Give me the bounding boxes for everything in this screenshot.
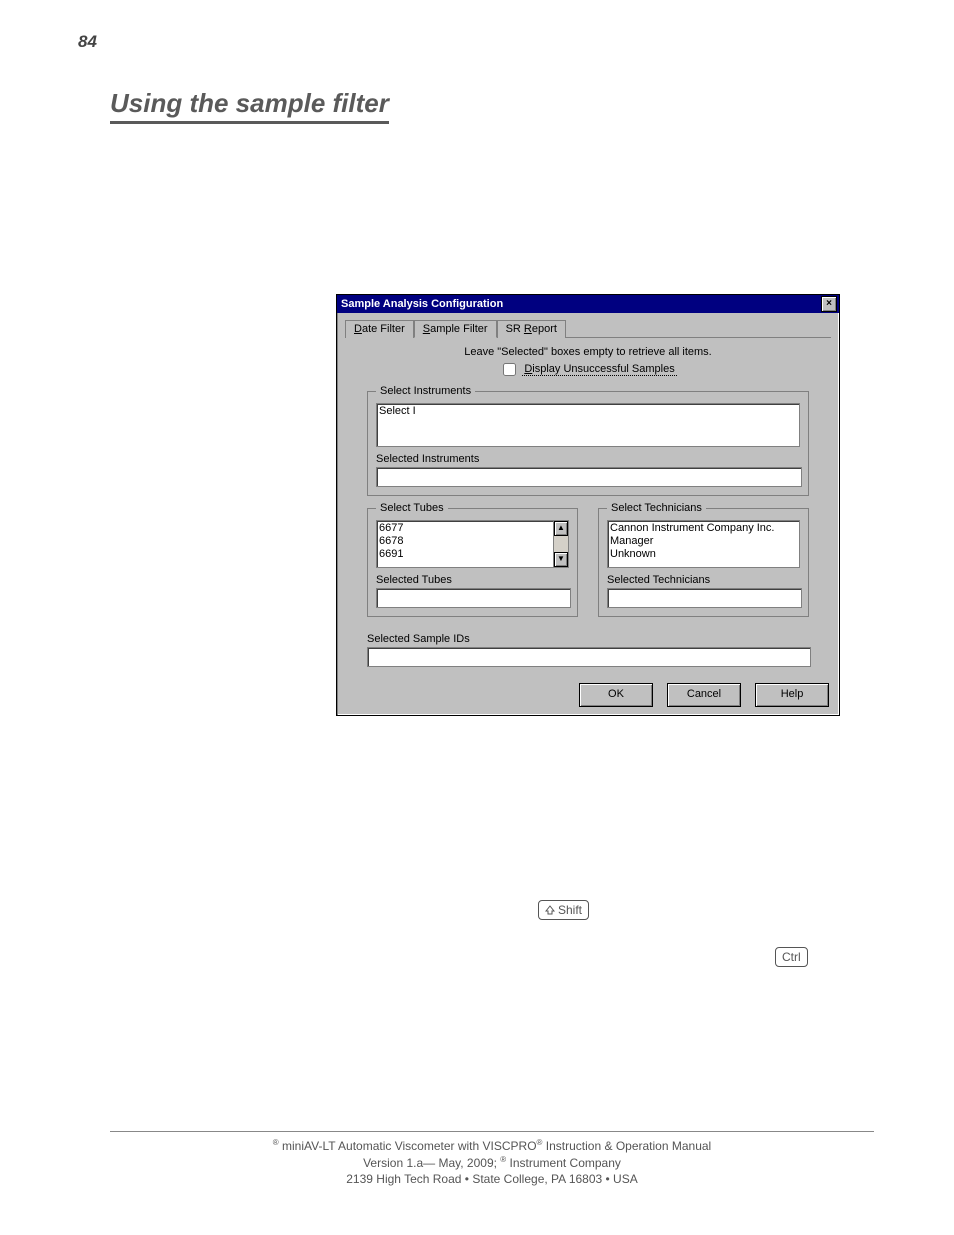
tab-sr-report[interactable]: SR Report — [497, 320, 566, 338]
list-item[interactable]: Select I — [379, 405, 797, 418]
shift-arrow-icon — [545, 905, 555, 915]
select-instruments-group: Select Instruments Select I Selected Ins… — [367, 385, 809, 496]
tab-sample-filter[interactable]: Sample Filter — [414, 320, 497, 338]
list-item[interactable]: Unknown — [610, 548, 797, 561]
dialog-title: Sample Analysis Configuration — [341, 298, 503, 310]
selected-sample-ids-field[interactable] — [367, 647, 811, 667]
tab-strip: Date Filter Sample Filter SR Report — [345, 319, 831, 338]
list-item[interactable]: 6691 — [379, 548, 566, 561]
cancel-button[interactable]: Cancel — [667, 683, 741, 707]
footer-line-2: Version 1.a— May, 2009; ® Instrument Com… — [110, 1155, 874, 1171]
footer-line-3: 2139 High Tech Road • State College, PA … — [110, 1171, 874, 1187]
scroll-up-icon[interactable]: ▲ — [554, 521, 568, 536]
section-heading: Using the sample filter — [110, 88, 389, 124]
close-button[interactable]: × — [821, 296, 837, 312]
close-icon: × — [826, 299, 832, 309]
list-item[interactable]: Cannon Instrument Company Inc. — [610, 522, 797, 535]
dialog-titlebar: Sample Analysis Configuration × — [337, 295, 839, 313]
dialog-buttons: OK Cancel Help — [337, 677, 839, 715]
selected-technicians-field[interactable] — [607, 588, 802, 608]
ok-button[interactable]: OK — [579, 683, 653, 707]
technicians-listbox[interactable]: Cannon Instrument Company Inc. Manager U… — [607, 520, 800, 568]
list-item[interactable]: Manager — [610, 535, 797, 548]
tubes-listbox[interactable]: 6677 6678 6691 ▲ ▼ — [376, 520, 569, 568]
scroll-down-icon[interactable]: ▼ — [554, 552, 568, 567]
select-tubes-legend: Select Tubes — [376, 502, 448, 514]
display-unsuccessful-row: Display Unsuccessful Samples — [367, 360, 809, 379]
selected-technicians-label: Selected Technicians — [607, 574, 800, 586]
footer-line-1: ® miniAV-LT Automatic Viscometer with VI… — [110, 1138, 874, 1154]
list-item[interactable]: 6677 — [379, 522, 566, 535]
shift-key-graphic: Shift — [538, 900, 589, 920]
page-footer: ® miniAV-LT Automatic Viscometer with VI… — [110, 1131, 874, 1187]
sample-analysis-dialog: Sample Analysis Configuration × Date Fil… — [336, 294, 840, 716]
help-button[interactable]: Help — [755, 683, 829, 707]
dialog-body: Leave "Selected" boxes empty to retrieve… — [337, 338, 839, 677]
selected-sample-ids-label: Selected Sample IDs — [367, 633, 809, 645]
scrollbar[interactable]: ▲ ▼ — [553, 521, 568, 567]
ctrl-key-graphic: Ctrl — [775, 947, 808, 967]
select-tubes-group: Select Tubes 6677 6678 6691 ▲ ▼ Selected… — [367, 502, 578, 617]
select-technicians-legend: Select Technicians — [607, 502, 706, 514]
selected-instruments-label: Selected Instruments — [376, 453, 800, 465]
display-unsuccessful-label[interactable]: Display Unsuccessful Samples — [522, 363, 676, 376]
select-technicians-group: Select Technicians Cannon Instrument Com… — [598, 502, 809, 617]
page-number: 84 — [78, 32, 97, 52]
list-item[interactable]: 6678 — [379, 535, 566, 548]
instruments-listbox[interactable]: Select I — [376, 403, 800, 447]
footer-rule — [110, 1131, 874, 1132]
hint-text: Leave "Selected" boxes empty to retrieve… — [367, 346, 809, 358]
selected-tubes-label: Selected Tubes — [376, 574, 569, 586]
tab-date-filter[interactable]: Date Filter — [345, 320, 414, 338]
display-unsuccessful-checkbox[interactable] — [503, 363, 516, 376]
select-instruments-legend: Select Instruments — [376, 385, 475, 397]
selected-instruments-field[interactable] — [376, 467, 802, 487]
selected-tubes-field[interactable] — [376, 588, 571, 608]
